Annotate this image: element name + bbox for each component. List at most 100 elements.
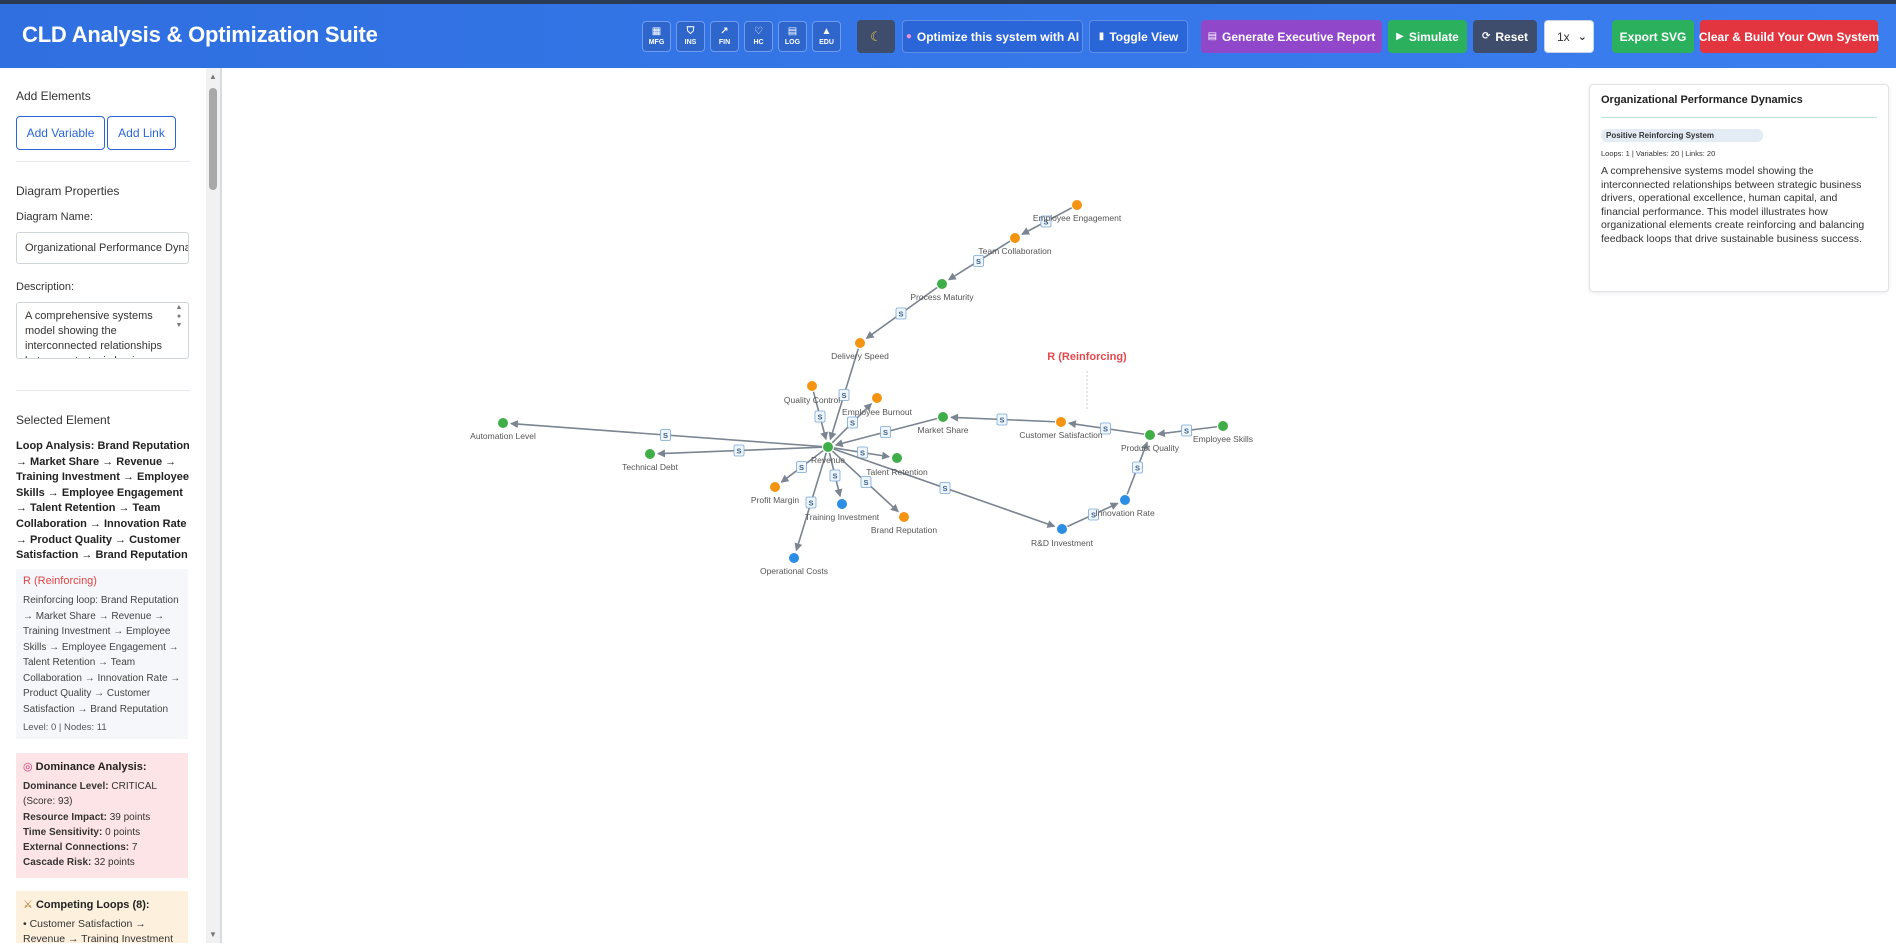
polarity-badge-text: S [942,484,947,493]
variable-node-profit-margin[interactable]: Profit Margin [751,482,799,505]
truck-icon: ▤ [787,26,798,37]
industry-ins-button[interactable]: ⛉ INS [676,21,705,52]
add-link-button[interactable]: Add Link [107,116,176,150]
node-circle[interactable] [892,453,902,463]
time-sensitivity: Time Sensitivity: 0 points [23,825,181,840]
resource-impact-label: Resource Impact: [23,811,107,823]
variable-node-automation-level[interactable]: Automation Level [470,418,536,441]
link-polarity-badge[interactable]: S [996,413,1008,426]
node-circle[interactable] [1057,524,1067,534]
sidebar-scrollbar-thumb[interactable] [209,88,217,190]
node-circle[interactable] [1145,430,1155,440]
scroll-dot-icon: ● [176,313,182,320]
node-circle[interactable] [1072,200,1082,210]
variable-node-employee-engagement[interactable]: Employee Engagement [1033,200,1122,223]
link-polarity-badge[interactable]: S [973,255,984,267]
link-polarity-badge[interactable]: S [829,469,841,482]
link-polarity-badge[interactable]: S [838,389,850,401]
refresh-icon: ⟳ [1481,31,1491,42]
link-polarity-badge[interactable]: S [796,461,807,473]
node-circle[interactable] [938,412,948,422]
polarity-badge-text: S [817,413,822,422]
variable-node-process-maturity[interactable]: Process Maturity [910,279,974,302]
node-circle[interactable] [823,442,833,452]
node-circle[interactable] [789,553,799,563]
competing-loop-item: • Customer Satisfaction → Revenue → Trai… [23,918,173,943]
optimize-ai-button[interactable]: ● Optimize this system with AI [902,20,1083,53]
link-polarity-badge[interactable]: S [895,307,907,320]
dark-mode-toggle-button[interactable]: ☾ [857,20,895,53]
link-polarity-badge[interactable]: S [805,496,817,509]
node-circle[interactable] [872,393,882,403]
node-circle[interactable] [837,499,847,509]
loop-analysis-text: Loop Analysis: Brand Reputation → Market… [16,440,190,562]
industry-mfg-button[interactable]: ▦ MFG [642,21,671,52]
node-circle[interactable] [645,449,655,459]
speed-select[interactable]: 1x ⌄ [1544,20,1594,53]
link-polarity-badge[interactable]: S [814,410,826,423]
node-circle[interactable] [855,338,865,348]
link-polarity-badge[interactable]: S [857,446,868,459]
variable-node-innovation-rate[interactable]: Innovation Rate [1095,495,1155,518]
executive-report-button[interactable]: ▤ Generate Executive Report [1201,20,1382,53]
node-circle[interactable] [770,482,780,492]
toggle-view-button[interactable]: ▮ Toggle View [1089,20,1188,53]
industry-fin-button[interactable]: ↗ FIN [710,21,739,52]
variable-node-product-quality[interactable]: Product Quality [1121,430,1180,453]
cascade-risk-value: 32 points [94,857,135,869]
sidebar-scrollbar[interactable] [206,68,220,943]
add-variable-button[interactable]: Add Variable [16,116,105,150]
industry-label: HC [753,39,764,46]
node-circle[interactable] [937,279,947,289]
polarity-badge-text: S [736,447,741,456]
industry-log-button[interactable]: ▤ LOG [778,21,807,52]
reset-button[interactable]: ⟳ Reset [1473,20,1537,53]
node-circle[interactable] [498,418,508,428]
link-polarity-badge[interactable]: S [939,482,951,494]
link-polarity-badge[interactable]: S [1181,424,1192,437]
info-panel-rule [1601,117,1877,118]
external-connections-label: External Connections: [23,842,130,854]
description-textarea[interactable]: A comprehensive systems model showing th… [16,302,189,359]
node-label: Employee Skills [1193,434,1253,444]
loop-detail-box: R (Reinforcing) Reinforcing loop: Brand … [16,569,188,739]
node-circle[interactable] [1056,417,1066,427]
link-polarity-badge[interactable]: S [860,476,872,488]
resource-impact-value: 39 points [109,811,151,823]
variable-node-employee-skills[interactable]: Employee Skills [1193,421,1253,444]
diagram-name-input[interactable]: Organizational Performance Dynamics [16,232,189,264]
link-polarity-badge[interactable]: S [847,416,858,429]
node-circle[interactable] [1010,233,1020,243]
node-label: Employee Burnout [842,407,913,417]
link-polarity-badge[interactable]: S [1132,461,1143,474]
link-polarity-badge[interactable]: S [733,444,745,457]
simulate-button[interactable]: ▶ Simulate [1388,20,1467,53]
variable-node-talent-retention[interactable]: Talent Retention [866,453,928,477]
loop-meta: Level: 0 | Nodes: 11 [23,722,107,733]
industry-edu-button[interactable]: ▲ EDU [812,21,841,52]
variable-node-employee-burnout[interactable]: Employee Burnout [842,393,913,417]
scroll-down-icon[interactable]: ▼ [209,930,217,939]
loop-label[interactable]: R (Reinforcing) [1047,351,1127,363]
node-circle[interactable] [1120,495,1130,505]
links-layer: SSSSSSSSS SSS SSSSSSSS [509,207,1218,552]
export-svg-button[interactable]: Export SVG [1612,20,1694,53]
variable-node-delivery-speed[interactable]: Delivery Speed [831,338,889,361]
scroll-up-icon[interactable]: ▲ [209,72,217,81]
clear-build-button[interactable]: Clear & Build Your Own System [1699,20,1879,53]
variable-node-market-share[interactable]: Market Share [917,412,969,435]
node-circle[interactable] [899,512,909,522]
variable-node-team-collaboration[interactable]: Team Collaboration [978,233,1052,256]
polarity-badge-text: S [999,416,1004,425]
variable-node-operational-costs[interactable]: Operational Costs [760,553,828,576]
variable-node-quality-control[interactable]: Quality Control [784,381,840,405]
add-elements-title: Add Elements [16,89,91,103]
link-polarity-badge[interactable]: S [660,429,671,441]
node-circle[interactable] [807,381,817,391]
node-circle[interactable] [1218,421,1228,431]
textarea-scrollbar[interactable]: ▲ ● ▼ [173,304,185,356]
variable-node-brand-reputation[interactable]: Brand Reputation [871,512,937,535]
industry-hc-button[interactable]: ♡ HC [744,21,773,52]
variable-node-rd-investment[interactable]: R&D Investment [1031,524,1094,548]
link-polarity-badge[interactable]: S [880,426,891,438]
